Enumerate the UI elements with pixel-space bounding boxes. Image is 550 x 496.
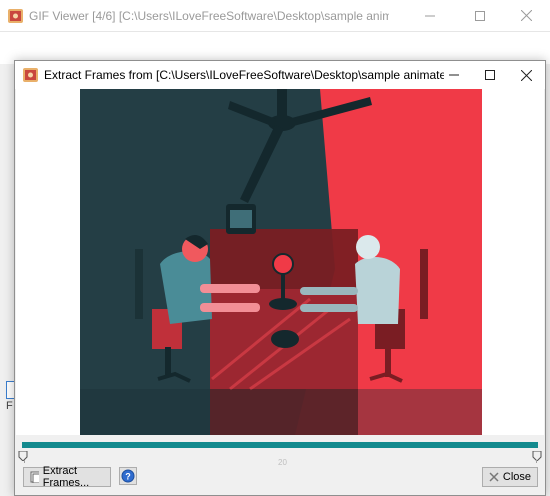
bg-partial-label: F (6, 400, 13, 412)
dialog-title: Extract Frames from [C:\Users\ILoveFreeS… (44, 68, 444, 82)
gif-frame-image (80, 89, 482, 435)
slider-end-thumb[interactable] (532, 451, 542, 461)
close-icon (520, 69, 532, 81)
minimize-icon (425, 15, 435, 16)
dialog-title-bar: Extract Frames from [C:\Users\ILoveFreeS… (15, 61, 545, 89)
minimize-icon (449, 74, 459, 76)
bg-window-left-area (0, 64, 14, 496)
dialog-app-icon (23, 68, 38, 82)
close-x-icon (489, 472, 499, 482)
close-button-label: Close (502, 471, 531, 483)
slider-track[interactable] (22, 442, 538, 448)
gif-viewer-app-icon (8, 9, 23, 23)
extract-frames-label: Extract Frames... (42, 465, 90, 489)
bg-maximize-button[interactable] (460, 0, 500, 31)
close-button[interactable]: Close (482, 467, 538, 487)
bg-close-button[interactable] (506, 0, 546, 31)
slider-tick (536, 460, 537, 463)
maximize-icon (475, 10, 485, 21)
maximize-icon (485, 70, 495, 80)
gif-viewer-title: GIF Viewer [4/6] [C:\Users\ILoveFreeSoft… (29, 9, 389, 23)
svg-text:?: ? (125, 472, 131, 482)
close-icon (520, 10, 532, 21)
frame-slider[interactable]: 20 (16, 435, 544, 467)
dialog-close-button[interactable] (509, 61, 543, 89)
extract-frames-dialog: Extract Frames from [C:\Users\ILoveFreeS… (14, 60, 546, 496)
frame-preview-area (16, 89, 544, 435)
help-icon: ? (121, 469, 135, 483)
bg-partial-control[interactable] (6, 381, 14, 399)
bg-minimize-button[interactable] (410, 0, 450, 31)
slider-start-thumb[interactable] (18, 451, 28, 461)
slider-value-label: 20 (278, 458, 287, 467)
dialog-maximize-button[interactable] (473, 61, 507, 89)
extract-frames-button[interactable]: Extract Frames... (23, 465, 111, 489)
gif-viewer-title-bar: GIF Viewer [4/6] [C:\Users\ILoveFreeSoft… (0, 0, 550, 32)
dialog-minimize-button[interactable] (437, 61, 471, 89)
extract-frames-icon (30, 471, 39, 483)
slider-tick (24, 460, 25, 463)
help-button[interactable]: ? (119, 467, 137, 485)
